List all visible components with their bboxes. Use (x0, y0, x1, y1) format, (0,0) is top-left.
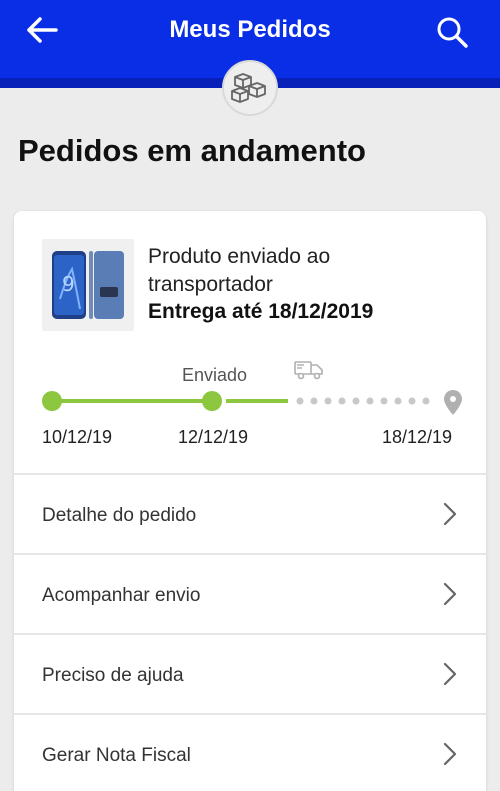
order-status-text: Produto enviado ao transportador (148, 245, 331, 296)
date-delivery: 18/12/19 (382, 427, 453, 447)
menu-item-label: Gerar Nota Fiscal (42, 745, 191, 766)
chevron-right-icon (443, 582, 457, 606)
menu-item-track-shipment[interactable]: Acompanhar envio (14, 553, 486, 633)
step-1-dot (42, 391, 62, 411)
menu-item-order-detail[interactable]: Detalhe do pedido (14, 473, 486, 553)
page-title: Meus Pedidos (169, 16, 331, 43)
step-2-dot (202, 391, 222, 411)
menu-item-label: Acompanhar envio (42, 585, 201, 606)
menu-item-invoice[interactable]: Gerar Nota Fiscal (14, 713, 486, 791)
menu-item-label: Detalhe do pedido (42, 505, 197, 526)
date-shipped-start: 10/12/19 (42, 427, 113, 447)
samsung-phone-image: 9 (52, 251, 124, 319)
svg-text:9: 9 (62, 272, 75, 296)
search-button[interactable] (432, 12, 472, 52)
order-card: 9 Produto enviado ao transportador Entre… (14, 211, 486, 791)
progress-track (42, 390, 462, 415)
date-sent: 12/12/19 (178, 427, 249, 447)
delivery-date-text: Entrega até 18/12/2019 (148, 300, 374, 323)
product-thumbnail[interactable]: 9 (42, 239, 134, 331)
current-step-label: Enviado (182, 365, 248, 385)
shipment-tracker: Enviado 10/12/19 12/12/19 18/12/19 (14, 351, 486, 451)
location-pin-icon (444, 390, 462, 415)
menu-item-need-help[interactable]: Preciso de ajuda (14, 633, 486, 713)
chevron-right-icon (443, 662, 457, 686)
chevron-right-icon (443, 742, 457, 766)
chevron-right-icon (443, 502, 457, 526)
menu-item-label: Preciso de ajuda (42, 665, 184, 686)
section-heading: Pedidos em andamento (18, 133, 366, 168)
boxes-icon (231, 73, 266, 103)
search-icon (437, 17, 468, 48)
truck-icon (294, 361, 323, 380)
orders-badge (222, 60, 278, 116)
